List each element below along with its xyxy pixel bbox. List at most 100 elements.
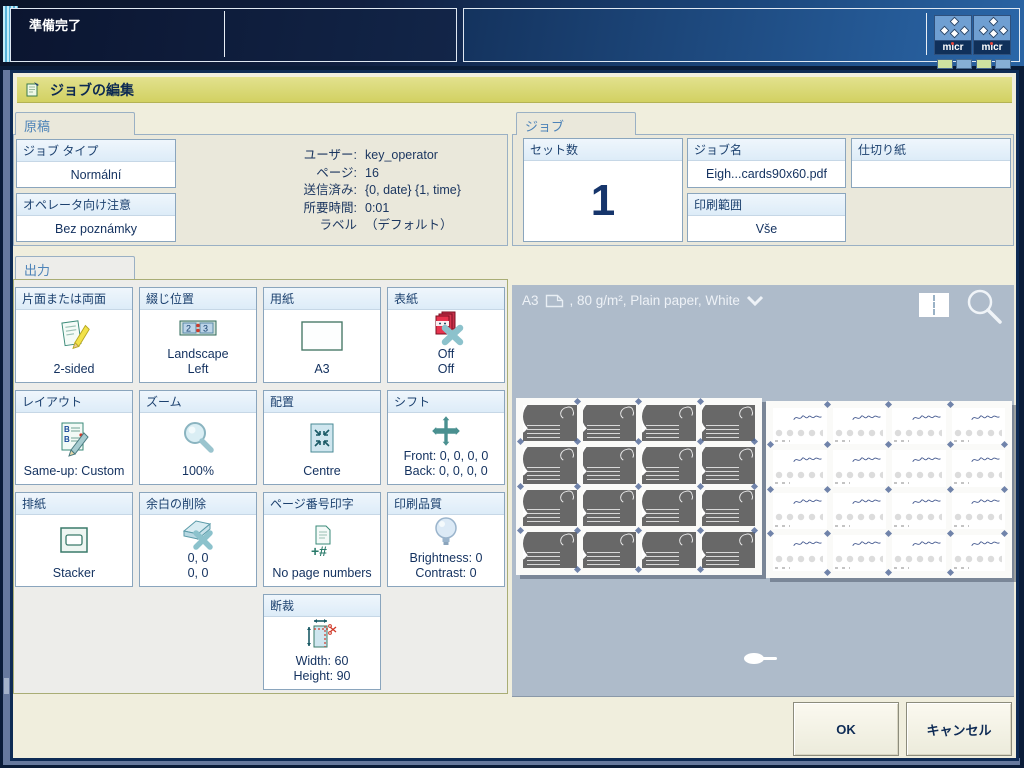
erase-margins-tile[interactable]: 余白の削除 0, 00, 0 [139,492,257,587]
tab-job[interactable]: ジョブ [516,112,636,135]
job-info-block: ユーザー:key_operator ページ:16 送信済み:{0, date} … [269,147,504,235]
print-quality-icon [388,515,504,551]
tile-label: ジョブ タイプ [17,140,175,162]
ok-button[interactable]: OK [793,702,899,756]
micr-indicator: micr [934,15,972,53]
tab-output[interactable]: 出力 [15,256,135,279]
original-panel: ジョブ タイプ Normální オペレータ向け注意 Bez poznámky … [13,134,508,246]
output-panel: 片面または両面 2-sided 綴じ位置 [13,279,508,694]
job-type-tile[interactable]: ジョブ タイプ Normální [16,139,176,188]
tile-value: Vše [688,216,845,241]
dialog-frame-edge [3,70,10,765]
info-label: ページ: [269,165,357,183]
alignment-tile[interactable]: 配置 Centre [263,390,381,485]
layout-tile[interactable]: レイアウト B B Same-up: Custom [15,390,133,485]
info-value: 0:01 [365,200,389,218]
two-sided-icon [16,310,132,362]
output-location-tile[interactable]: 排紙 Stacker [15,492,133,587]
page-numbers-tile[interactable]: ページ番号印字 +# No page numbers [263,492,381,587]
paper-tile[interactable]: 用紙 A3 [263,287,381,383]
preview-page-front [516,398,762,575]
tile-label: 印刷範囲 [688,194,845,216]
info-label: 送信済み: [269,182,357,200]
micr-level-chips [937,59,972,69]
tile-label: 配置 [264,391,380,413]
print-range-tile[interactable]: 印刷範囲 Vše [687,193,846,242]
tile-label: ページ番号印字 [264,493,380,515]
shift-tile[interactable]: シフト Front: 0, 0, 0, 0Back: 0, 0, 0, 0 [387,390,505,485]
cover-off-icon [388,310,504,347]
tile-label: 表紙 [388,288,504,310]
svg-text:3: 3 [203,324,208,334]
micr-toner-icon [934,15,972,41]
micr-level-chips [976,59,1011,69]
binding-position-tile[interactable]: 綴じ位置 2 3 LandscapeLeft [139,287,257,383]
zoom-tile[interactable]: ズーム 100% [139,390,257,485]
media-dropdown[interactable]: A3 , 80 g/m², Plain paper, White [522,293,764,308]
tile-label: 用紙 [264,288,380,310]
status-box: 準備完了 [10,8,457,62]
print-quality-tile[interactable]: 印刷品質 Brightness: 0Contrast: 0 [387,492,505,587]
set-count-value: 1 [591,179,615,223]
svg-text:2: 2 [186,324,191,334]
dialog-title: ジョブの編集 [50,80,134,100]
tile-label: 綴じ位置 [140,288,256,310]
printer-status-text: 準備完了 [29,15,81,34]
info-label: ユーザー: [269,147,357,165]
info-label: ラベル [269,217,357,235]
tile-label: セット数 [524,139,682,161]
shift-icon [388,413,504,449]
centre-icon [264,413,380,464]
tile-label: ズーム [140,391,256,413]
micr-label: micr [934,41,972,55]
svg-text:B: B [64,425,70,434]
tile-label: 余白の削除 [140,493,256,515]
tile-value: Eigh...cards90x60.pdf [688,161,845,187]
svg-text:+#: +# [311,543,327,559]
dialog-titlebar: ジョブの編集 [17,77,1012,103]
page-numbers-icon: +# [264,515,380,566]
set-count-tile[interactable]: セット数 1 [523,138,683,242]
operator-note-tile[interactable]: オペレータ向け注意 Bez poznámky [16,193,176,242]
cover-tile[interactable]: 表紙 OffOff [387,287,505,383]
micr-label: micr [973,41,1011,55]
edit-job-dialog: ジョブの編集 原稿 ジョブ タイプ Normální オペレータ向け注意 Bez… [10,70,1019,761]
micr-indicator: micr [973,15,1011,53]
tile-label: シフト [388,391,504,413]
media-text: A3 [522,293,539,308]
tile-label: オペレータ向け注意 [17,194,175,216]
job-panel: セット数 1 ジョブ名 Eigh...cards90x60.pdf 印刷範囲 V… [512,134,1014,246]
trim-tile[interactable]: 断裁 Width: 60Height: 90 [263,594,381,690]
tile-label: 排紙 [16,493,132,515]
top-status-bar: 準備完了 micr micr [0,0,1024,66]
chevron-down-icon [746,295,764,306]
media-paper-icon [545,294,564,308]
tab-original[interactable]: 原稿 [15,112,135,135]
svg-text:B: B [64,435,70,444]
preview-page-back [766,401,1012,578]
info-value: 16 [365,165,379,183]
tile-label: レイアウト [16,391,132,413]
queue-box: micr micr [463,8,1020,62]
duplex-tile[interactable]: 片面または両面 2-sided [15,287,133,383]
tile-label: 印刷品質 [388,493,504,515]
queue-box-divider [926,13,927,55]
separator-sheet-tile[interactable]: 仕切り紙 [851,138,1011,188]
spread-view-icon[interactable] [919,293,949,317]
status-box-divider [224,11,225,57]
tile-label: ジョブ名 [688,139,845,161]
stacker-icon [16,515,132,566]
trim-icon [264,617,380,654]
info-value: {0, date} {1, time} [365,182,461,200]
layout-icon: B B [16,413,132,464]
cancel-button[interactable]: キャンセル [906,702,1012,756]
binding-position-icon: 2 3 [140,310,256,347]
job-name-tile[interactable]: ジョブ名 Eigh...cards90x60.pdf [687,138,846,188]
media-text: , 80 g/m², Plain paper, White [570,293,740,308]
zoom-icon [140,413,256,464]
preview-zoom-icon[interactable] [964,287,1004,327]
pan-handle-icon[interactable] [744,653,764,664]
tile-label: 仕切り紙 [852,139,1010,161]
paper-size-icon [264,310,380,362]
info-value: （デフォルト） [365,217,453,235]
